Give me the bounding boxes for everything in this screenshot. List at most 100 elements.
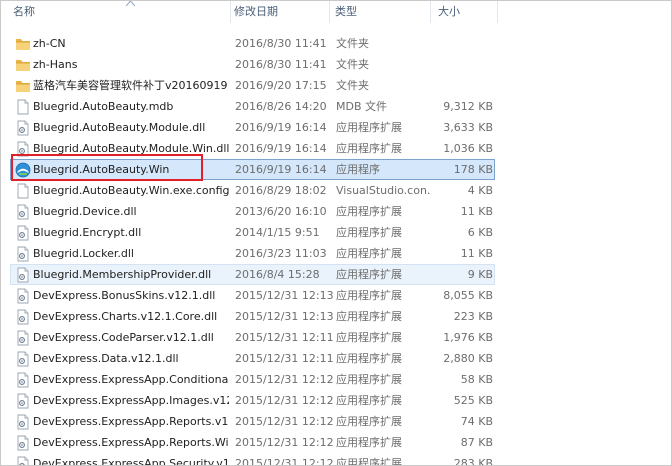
file-name: Bluegrid.AutoBeauty.mdb [33,100,174,113]
file-row[interactable]: Bluegrid.Locker.dll 2016/3/23 11:03 应用程序扩展… [10,243,495,264]
folder-icon [15,57,31,73]
file-size: 4 KB [467,184,493,197]
file-row[interactable]: Bluegrid.AutoBeauty.mdb 2016/8/26 14:20 MD… [10,96,495,117]
file-row[interactable]: DevExpress.CodeParser.v12.1.dll 2015/12/3… [10,327,495,348]
file-size: 9,312 KB [443,100,493,113]
column-type-header[interactable]: 类型 [335,1,431,23]
file-type: 应用程序扩展 [336,352,402,365]
file-type: 应用程序扩展 [336,226,402,239]
file-type: VisualStudio.con... [336,184,431,197]
file-type: 应用程序扩展 [336,457,402,466]
file-size [431,55,493,74]
file-date: 2014/1/15 9:51 [235,226,320,239]
column-name-header[interactable]: 名称 [13,1,231,23]
file-type: 应用程序扩展 [336,268,402,281]
dll-icon [15,393,31,409]
dll-icon [15,288,31,304]
file-date: 2016/9/19 16:14 [235,163,327,176]
file-size: 58 KB [460,373,493,386]
file-size: 1,976 KB [443,331,493,344]
dll-icon [15,225,31,241]
file-type: 应用程序扩展 [336,394,402,407]
file-size: 525 KB [453,394,493,407]
file-name: Bluegrid.AutoBeauty.Win.exe.config [33,184,229,197]
file-type: 应用程序扩展 [336,121,402,134]
file-row[interactable]: Bluegrid.AutoBeauty.Module.dll 2016/9/19 … [10,117,495,138]
column-header: 名称 修改日期 类型 大小 [1,1,671,23]
file-date: 2015/12/31 12:13 [235,289,334,302]
file-type: 应用程序扩展 [336,289,402,302]
file-row[interactable]: DevExpress.ExpressApp.ConditionalA... 201… [10,369,495,390]
file-icon [15,183,31,199]
file-name: Bluegrid.Locker.dll [33,247,134,260]
column-size-header[interactable]: 大小 [438,1,498,23]
file-row[interactable]: zh-CN 2016/8/30 11:41 文件夹 [10,33,495,54]
file-row[interactable]: Bluegrid.MembershipProvider.dll 2016/8/4 … [10,264,495,285]
column-date-header[interactable]: 修改日期 [234,1,330,23]
file-row[interactable]: zh-Hans 2016/8/30 11:41 文件夹 [10,54,495,75]
file-name: Bluegrid.MembershipProvider.dll [33,268,212,281]
file-date: 2016/8/26 14:20 [235,100,327,113]
file-date: 2016/9/19 16:14 [235,121,327,134]
file-date: 2015/12/31 12:12 [235,436,334,449]
file-date: 2016/8/29 18:02 [235,184,327,197]
file-date: 2015/12/31 12:12 [235,373,334,386]
file-row[interactable]: DevExpress.ExpressApp.Security.v12.... 20… [10,453,495,466]
file-type: 文件夹 [336,37,369,50]
file-row[interactable]: DevExpress.ExpressApp.Reports.Win.... 201… [10,432,495,453]
file-date: 2015/12/31 12:12 [235,394,334,407]
file-size: 87 KB [460,436,493,449]
file-type: 应用程序扩展 [336,142,402,155]
file-name: zh-CN [33,37,66,50]
file-row[interactable]: DevExpress.Data.v12.1.dll 2015/12/31 12:1… [10,348,495,369]
file-name: 蓝格汽车美容管理软件补丁v20160919 [33,79,228,92]
file-row[interactable]: Bluegrid.AutoBeauty.Win.exe.config 2016/8… [10,180,495,201]
column-size-label: 大小 [438,5,460,18]
file-date: 2016/8/30 11:41 [235,58,327,71]
file-date: 2016/8/30 11:41 [235,37,327,50]
file-name: DevExpress.CodeParser.v12.1.dll [33,331,214,344]
file-row[interactable]: DevExpress.ExpressApp.Reports.v12.... 201… [10,411,495,432]
file-date: 2015/12/31 12:13 [235,310,334,323]
file-row[interactable]: DevExpress.ExpressApp.Images.v12... 2015/… [10,390,495,411]
dll-icon [15,204,31,220]
file-type: 应用程序扩展 [336,247,402,260]
file-size [431,34,493,53]
file-size: 11 KB [460,205,493,218]
column-type-label: 类型 [335,5,357,18]
file-size: 1,036 KB [443,142,493,155]
highlight-box [11,154,203,181]
file-type: 文件夹 [336,79,369,92]
file-size: 6 KB [467,226,493,239]
file-name: Bluegrid.Encrypt.dll [33,226,142,239]
dll-icon [15,372,31,388]
file-type: 应用程序扩展 [336,436,402,449]
file-name: Bluegrid.Device.dll [33,205,137,218]
file-row[interactable]: Bluegrid.Device.dll 2013/6/20 16:10 应用程序扩展… [10,201,495,222]
file-name: DevExpress.Data.v12.1.dll [33,352,179,365]
file-date: 2015/12/31 12:12 [235,415,334,428]
file-size: 178 KB [453,163,493,176]
dll-icon [15,309,31,325]
file-size: 2,880 KB [443,352,493,365]
file-name: DevExpress.ExpressApp.Reports.Win.... [33,436,229,449]
column-date-label: 修改日期 [234,5,278,18]
file-name: DevExpress.ExpressApp.Security.v12.... [33,457,229,466]
file-name: DevExpress.Charts.v12.1.Core.dll [33,310,218,323]
file-row[interactable]: Bluegrid.Encrypt.dll 2014/1/15 9:51 应用程序扩展… [10,222,495,243]
file-name: DevExpress.ExpressApp.ConditionalA... [33,373,229,386]
file-name: DevExpress.ExpressApp.Images.v12... [33,394,229,407]
file-icon [15,99,31,115]
file-name: Bluegrid.AutoBeauty.Module.dll [33,121,206,134]
file-type: 应用程序扩展 [336,373,402,386]
dll-icon [15,330,31,346]
file-row[interactable]: 蓝格汽车美容管理软件补丁v20160919 2016/9/20 17:15 文件夹 [10,75,495,96]
file-size: 9 KB [467,268,493,281]
file-row[interactable]: DevExpress.BonusSkins.v12.1.dll 2015/12/3… [10,285,495,306]
file-size: 283 KB [453,457,493,466]
file-size: 3,633 KB [443,121,493,134]
file-row[interactable]: DevExpress.Charts.v12.1.Core.dll 2015/12/… [10,306,495,327]
file-date: 2015/12/31 12:11 [235,331,334,344]
file-date: 2016/9/20 17:15 [235,79,327,92]
file-type: 应用程序扩展 [336,415,402,428]
